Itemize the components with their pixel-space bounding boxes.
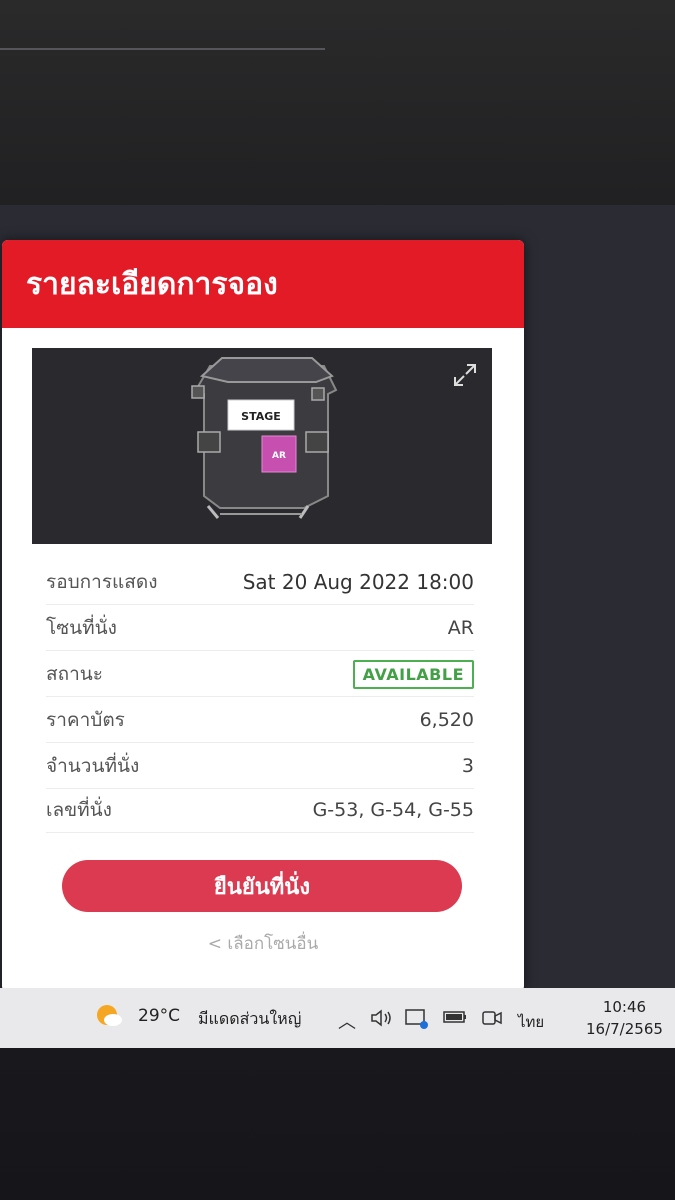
chevron-up-icon[interactable]: ︿ — [338, 1008, 356, 1034]
battery-icon[interactable] — [442, 1008, 468, 1026]
status-label: สถานะ — [46, 663, 103, 685]
choose-other-zone-link[interactable]: < เลือกโซนอื่น — [2, 930, 524, 957]
status-badge: AVAILABLE — [352, 659, 474, 689]
showtime-value: Sat 20 Aug 2022 18:00 — [242, 570, 474, 594]
temperature-text[interactable]: 29°C — [138, 1006, 180, 1026]
sun-weather-icon[interactable] — [94, 1001, 124, 1031]
zone-row: โซนที่นั่ง AR — [46, 606, 474, 651]
expand-icon[interactable] — [452, 362, 478, 388]
modal-header: รายละเอียดการจอง — [2, 240, 524, 328]
modal-title: รายละเอียดการจอง — [26, 266, 278, 302]
status-row: สถานะ AVAILABLE — [46, 652, 474, 697]
taskbar: 29°C มีแดดส่วนใหญ่ ︿ ไทย 10:46 16/7/2565 — [0, 988, 675, 1048]
price-label: ราคาบัตร — [46, 709, 125, 731]
window-edge-line — [0, 48, 325, 50]
speaker-icon[interactable] — [370, 1008, 394, 1028]
seat-numbers-value: G-53, G-54, G-55 — [312, 799, 474, 821]
input-language[interactable]: ไทย — [518, 1010, 544, 1034]
venue-map-graphic: STAGE AR — [191, 357, 338, 519]
weather-text[interactable]: มีแดดส่วนใหญ่ — [198, 1007, 301, 1032]
seat-map[interactable]: STAGE AR — [32, 348, 492, 544]
seat-numbers-label: เลขที่นั่ง — [46, 799, 112, 821]
zone-ar-label[interactable]: AR — [272, 451, 286, 461]
seat-numbers-row: เลขที่นั่ง G-53, G-54, G-55 — [46, 788, 474, 833]
network-icon[interactable] — [404, 1008, 430, 1030]
showtime-row: รอบการแสดง Sat 20 Aug 2022 18:00 — [46, 560, 474, 605]
price-value: 6,520 — [419, 709, 474, 731]
clock-date: 16/7/2565 — [586, 1020, 663, 1038]
seat-count-value: 3 — [461, 755, 474, 777]
zone-value: AR — [447, 617, 474, 639]
showtime-label: รอบการแสดง — [46, 571, 158, 593]
clock[interactable]: 10:46 16/7/2565 — [586, 996, 663, 1040]
confirm-seats-button[interactable]: ยืนยันที่นั่ง — [62, 860, 462, 912]
seat-count-label: จำนวนที่นั่ง — [46, 755, 140, 777]
seat-count-row: จำนวนที่นั่ง 3 — [46, 744, 474, 789]
zone-label: โซนที่นั่ง — [46, 617, 117, 639]
price-row: ราคาบัตร 6,520 — [46, 698, 474, 743]
booking-details-modal: รายละเอียดการจอง STAGE AR รอบการแสดง Sat… — [2, 240, 524, 992]
clock-time: 10:46 — [602, 998, 647, 1016]
camera-icon[interactable] — [480, 1008, 504, 1028]
stage-label: STAGE — [241, 410, 281, 423]
